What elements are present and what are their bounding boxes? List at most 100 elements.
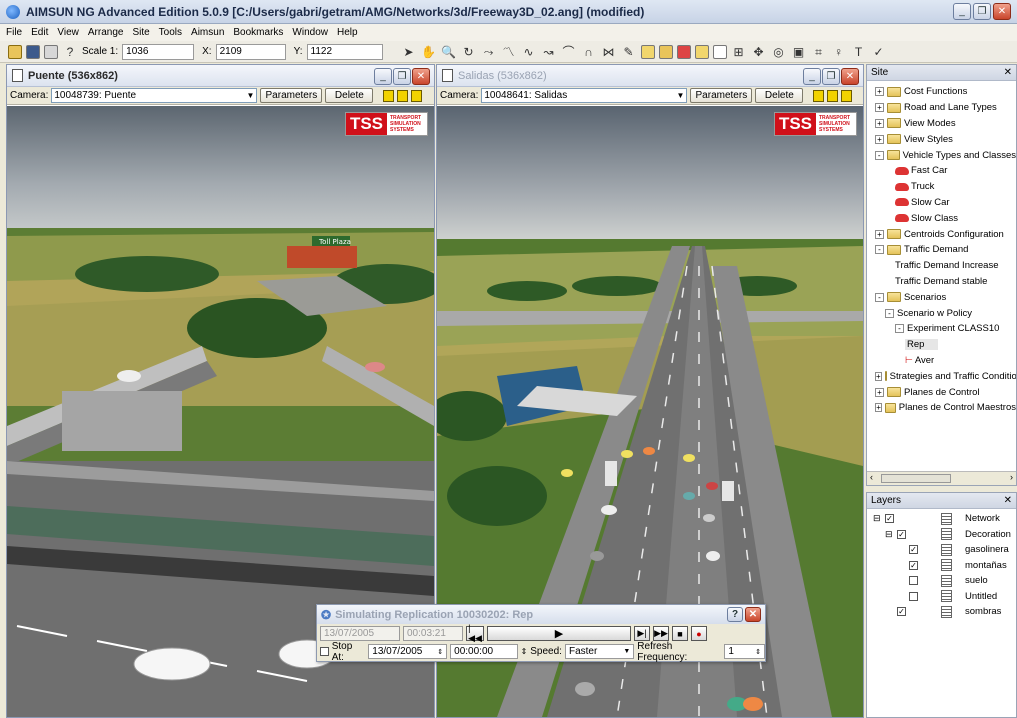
site-tree-item[interactable]: + View Styles [875, 131, 1016, 147]
site-tree-item[interactable]: - Scenario w Policy [875, 305, 1016, 321]
layer-visibility-checkbox[interactable] [909, 576, 918, 586]
site-tree-item[interactable]: Traffic Demand stable [875, 274, 1016, 290]
collapse-icon[interactable]: - [875, 150, 884, 160]
section-tool-icon[interactable]: ⤳ [481, 44, 497, 60]
camera-cube-icon[interactable] [383, 89, 395, 102]
site-tree-item[interactable]: + Cost Functions [875, 84, 1016, 100]
menu-window[interactable]: Window [292, 27, 328, 38]
layer-item[interactable]: Untitled [873, 589, 1016, 605]
minimize-button[interactable]: _ [953, 3, 971, 20]
close-icon[interactable]: ✕ [1004, 65, 1012, 81]
site-tree-item[interactable]: - Experiment CLASS10 [875, 321, 1016, 337]
site-tree-item[interactable]: + Strategies and Traffic Conditions [875, 368, 1016, 384]
collapse-icon[interactable]: ⊟ [885, 529, 897, 540]
view-maximize-button[interactable]: ❐ [822, 68, 840, 85]
camera-cube-icon[interactable] [827, 89, 839, 102]
connector-icon[interactable]: ⌗ [811, 44, 827, 60]
scrollbar-thumb[interactable] [881, 474, 951, 483]
horizontal-scrollbar[interactable]: ‹ › [867, 471, 1016, 485]
site-tree-item[interactable]: + View Modes [875, 116, 1016, 132]
collapse-icon[interactable]: - [885, 308, 894, 318]
menu-edit[interactable]: Edit [31, 27, 48, 38]
grid-tool-icon[interactable]: ⊞ [731, 44, 747, 60]
site-tree-item[interactable]: ⊢ Aver [875, 353, 1016, 369]
collapse-icon[interactable]: - [875, 292, 884, 302]
scale-field[interactable]: 1036 [122, 43, 195, 60]
delete-button[interactable]: Delete [755, 88, 804, 103]
view-maximize-button[interactable]: ❐ [393, 68, 411, 85]
check-tool-icon[interactable]: ✓ [871, 44, 887, 60]
play-button[interactable]: ▶ [487, 626, 631, 641]
view-close-button[interactable]: ✕ [841, 68, 859, 85]
curve-tool-icon[interactable]: ∿ [521, 44, 537, 60]
pin-icon[interactable]: ♀ [831, 44, 847, 60]
vms-icon[interactable] [694, 44, 709, 59]
site-tree-item[interactable]: + Centroids Configuration [875, 226, 1016, 242]
fast-forward-button[interactable]: ▶▶ [653, 626, 669, 641]
stop-time-field[interactable]: 00:00:00 [450, 644, 518, 659]
site-tree-item[interactable]: Slow Class [875, 210, 1016, 226]
delete-button[interactable]: Delete [325, 88, 374, 103]
site-tree-item[interactable]: Rep [875, 337, 1016, 353]
signal-icon[interactable] [658, 44, 673, 59]
expand-icon[interactable]: + [875, 134, 884, 144]
meter-icon[interactable] [676, 44, 691, 59]
layer-item[interactable]: ⊟ ✓ Network [873, 511, 1016, 527]
junction-tool-icon[interactable]: ∩ [581, 44, 597, 60]
site-tree-item[interactable]: + Road and Lane Types [875, 100, 1016, 116]
expand-icon[interactable]: + [875, 87, 884, 97]
refresh-frequency-field[interactable]: 1 ⇕ [724, 644, 765, 659]
stop-button[interactable]: ■ [672, 626, 688, 641]
expand-icon[interactable]: + [875, 403, 883, 413]
open-folder-icon[interactable] [8, 44, 22, 59]
view-minimize-button[interactable]: _ [803, 68, 821, 85]
pan-hand-icon[interactable]: ✋ [421, 44, 437, 60]
site-tree-item[interactable]: Truck [875, 179, 1016, 195]
maximize-button[interactable]: ❐ [973, 3, 991, 20]
target-icon[interactable]: ◎ [771, 44, 787, 60]
site-tree-item[interactable]: - Scenarios [875, 289, 1016, 305]
site-tree-item[interactable]: Traffic Demand Increase [875, 258, 1016, 274]
collapse-icon[interactable]: - [875, 245, 884, 255]
centroid-icon[interactable]: ✥ [751, 44, 767, 60]
layer-visibility-checkbox[interactable]: ✓ [909, 560, 918, 570]
sim-close-button[interactable]: ✕ [745, 607, 761, 622]
stop-at-checkbox[interactable] [320, 647, 329, 656]
site-tree-item[interactable]: - Vehicle Types and Classes [875, 147, 1016, 163]
camera-select[interactable]: 10048641: Salidas ▼ [481, 88, 688, 103]
print-icon[interactable] [44, 44, 58, 59]
pen-tool-icon[interactable]: ✎ [621, 44, 637, 60]
parameters-button[interactable]: Parameters [260, 88, 323, 103]
view-close-button[interactable]: ✕ [412, 68, 430, 85]
site-tree-item[interactable]: + Planes de Control Maestros [875, 400, 1016, 416]
layer-item[interactable]: ✓ sombras [873, 604, 1016, 620]
help-pointer-icon[interactable]: ? [62, 44, 78, 60]
help-button[interactable]: ? [727, 607, 743, 622]
stop-date-field[interactable]: 13/07/2005 ⇕ [368, 644, 448, 659]
collapse-icon[interactable]: - [895, 324, 904, 334]
collapse-icon[interactable]: ⊟ [873, 513, 885, 524]
menu-file[interactable]: File [6, 27, 22, 38]
camera-cube-icon[interactable] [411, 89, 423, 102]
layer-visibility-checkbox[interactable]: ✓ [909, 545, 918, 555]
turn-tool-icon[interactable]: ↝ [541, 44, 557, 60]
scroll-right-icon[interactable]: › [1010, 472, 1013, 482]
site-tree-item[interactable]: Slow Car [875, 195, 1016, 211]
expand-icon[interactable]: + [875, 103, 884, 113]
menu-help[interactable]: Help [337, 27, 358, 38]
menu-site[interactable]: Site [132, 27, 149, 38]
arc-tool-icon[interactable]: ⌒ [561, 44, 577, 60]
layer-item[interactable]: ⊟ ✓ Decoration [873, 527, 1016, 543]
layer-visibility-checkbox[interactable]: ✓ [897, 607, 906, 617]
x-coordinate-field[interactable]: 2109 [215, 43, 286, 60]
rewind-button[interactable]: |◀◀ [466, 623, 484, 643]
rectangle-tool-icon[interactable] [712, 44, 727, 59]
scroll-left-icon[interactable]: ‹ [870, 472, 873, 482]
parameters-button[interactable]: Parameters [690, 88, 753, 103]
pointer-icon[interactable]: ➤ [401, 44, 417, 60]
menu-bookmarks[interactable]: Bookmarks [233, 27, 283, 38]
speed-select[interactable]: Faster ▼ [564, 644, 635, 659]
layer-item[interactable]: ✓ gasolinera [873, 542, 1016, 558]
y-coordinate-field[interactable]: 1122 [306, 43, 383, 60]
layer-visibility-checkbox[interactable]: ✓ [885, 514, 894, 524]
